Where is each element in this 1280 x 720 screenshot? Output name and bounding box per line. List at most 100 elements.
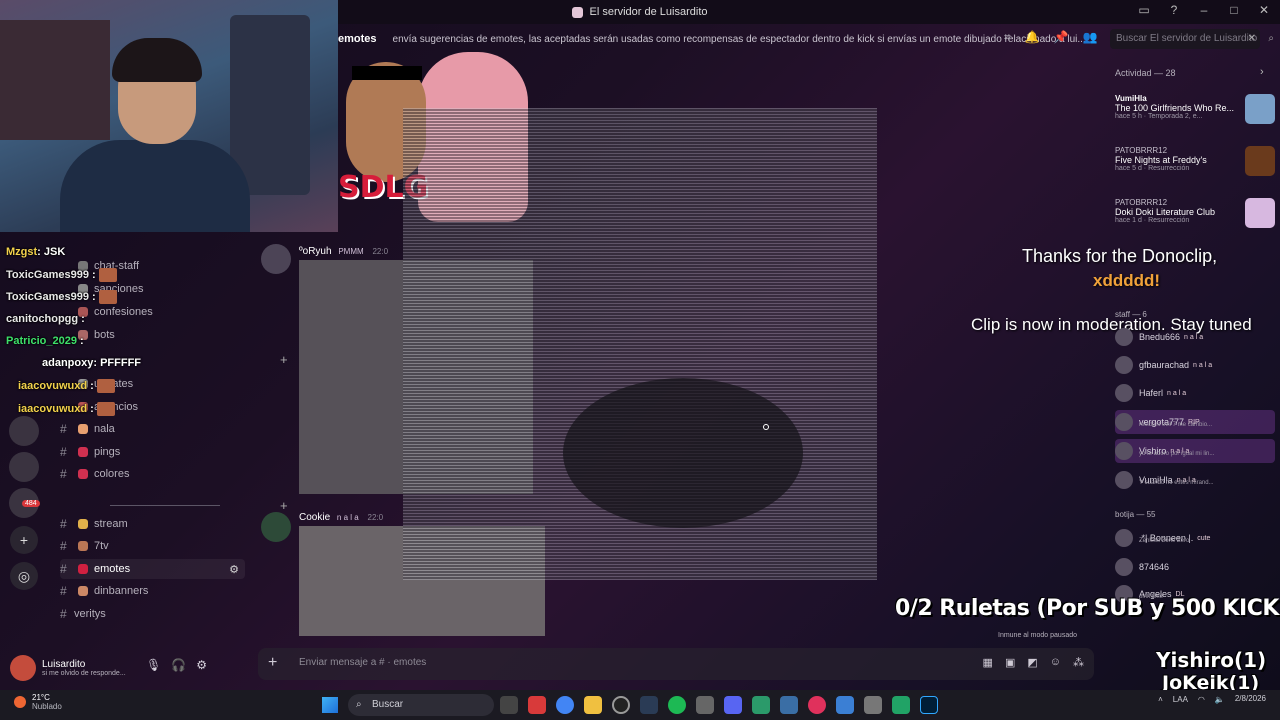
bell-icon[interactable]: 🔔 bbox=[1025, 30, 1040, 45]
webcam-overlay bbox=[0, 0, 338, 232]
sunglasses-graphic bbox=[352, 66, 422, 80]
member-item[interactable]: gfbaurachad n a l a bbox=[1115, 356, 1212, 374]
channel-topic[interactable]: envía sugerencias de emotes, las aceptad… bbox=[393, 34, 1086, 45]
photoshop-icon[interactable] bbox=[920, 696, 938, 714]
shelf-graphic bbox=[0, 20, 110, 140]
help-icon[interactable]: ? bbox=[1166, 3, 1182, 17]
channel-item[interactable]: # dinbanners bbox=[60, 581, 148, 601]
app-icon[interactable] bbox=[864, 696, 882, 714]
minimize-icon[interactable]: – bbox=[1196, 3, 1212, 17]
chrome-icon[interactable] bbox=[556, 696, 574, 714]
category-divider bbox=[110, 505, 220, 506]
app-icon[interactable] bbox=[892, 696, 910, 714]
file-explorer-icon[interactable] bbox=[584, 696, 602, 714]
weather-icon bbox=[14, 696, 26, 708]
window-controls: ▭ ? – □ ✕ bbox=[1136, 3, 1272, 17]
taskbar-search[interactable]: ⌕ Buscar bbox=[348, 694, 494, 716]
attach-icon[interactable]: + bbox=[268, 654, 277, 672]
activity-item[interactable]: VumiHla The 100 Girlfriends Who Re... ha… bbox=[1115, 94, 1275, 124]
role-tag: PMMM bbox=[338, 247, 364, 256]
channel-item[interactable]: # pings bbox=[60, 442, 120, 462]
microphone-icon[interactable]: 🎙 bbox=[146, 658, 161, 672]
video-figure bbox=[563, 378, 803, 528]
member-item[interactable]: Haferl n a l a bbox=[1115, 384, 1186, 402]
member-item[interactable]: vergota777 RIP resident evil 7 me cambio..… bbox=[1115, 410, 1275, 434]
server-avatar[interactable] bbox=[9, 416, 39, 446]
message-composer[interactable]: + Enviar mensaje a # · emotes ▦ ▣ ◩ ☺ ⁂ bbox=[258, 648, 1094, 680]
member-item[interactable]: Vishiro n a l a yo te adoro por igual mi l… bbox=[1115, 439, 1275, 463]
wifi-icon[interactable]: ◠ bbox=[1198, 695, 1205, 704]
activity-thumbnail bbox=[1245, 198, 1275, 228]
message-input[interactable]: Enviar mensaje a # · emotes bbox=[299, 657, 426, 668]
system-tray: ˄ LAA ◠ 🔈 2/8/2026 bbox=[1158, 694, 1266, 704]
member-item[interactable]: 874646 bbox=[1115, 558, 1169, 576]
chat-line: ToxicGames999 : bbox=[6, 290, 117, 304]
member-item[interactable]: Bnedu666 n a l a bbox=[1115, 328, 1203, 346]
avatar[interactable] bbox=[10, 655, 36, 681]
pin-icon[interactable]: 📌 bbox=[1054, 30, 1069, 45]
opera-icon[interactable] bbox=[808, 696, 826, 714]
apps-icon[interactable]: ⁂ bbox=[1073, 656, 1084, 669]
chat-line: Patricio_2029 : bbox=[6, 335, 84, 347]
channel-item[interactable]: # colores bbox=[60, 464, 129, 484]
weather-widget[interactable]: 21°C Nublado bbox=[14, 693, 62, 711]
clock[interactable]: 2/8/2026 bbox=[1235, 694, 1266, 704]
member-item[interactable]: VumiHla n a l aY cuando no estés mirand..… bbox=[1115, 468, 1214, 492]
obs-icon[interactable] bbox=[612, 696, 630, 714]
user-name[interactable]: Luisardito bbox=[42, 659, 126, 670]
channel-item[interactable]: # stream bbox=[60, 514, 128, 534]
inbox-icon[interactable]: ▭ bbox=[1136, 3, 1152, 17]
sticker-icon[interactable]: ◩ bbox=[1027, 656, 1037, 669]
vscode-icon[interactable] bbox=[752, 696, 770, 714]
channel-item[interactable]: # veritys bbox=[60, 604, 106, 624]
chat-line: ToxicGames999 : bbox=[6, 268, 117, 282]
app-icon[interactable] bbox=[696, 696, 714, 714]
windows-start-icon[interactable] bbox=[322, 697, 338, 713]
volume-icon[interactable]: 🔈 bbox=[1215, 695, 1225, 704]
language-indicator[interactable]: LAA bbox=[1173, 695, 1188, 704]
search-icon[interactable]: ⌕ bbox=[1268, 29, 1274, 49]
taskbar-apps bbox=[500, 696, 938, 714]
message-header: ºoRyuh PMMM 22:0 bbox=[299, 246, 388, 257]
headphones-icon[interactable]: 🎧 bbox=[171, 658, 186, 672]
chat-line: canitochopgg : bbox=[6, 313, 85, 325]
avatar[interactable] bbox=[261, 244, 291, 274]
channel-item[interactable]: #7tv bbox=[60, 536, 109, 556]
app-icon[interactable] bbox=[836, 696, 854, 714]
activity-item[interactable]: PATOBRRR12 Doki Doki Literature Club hac… bbox=[1115, 198, 1275, 228]
add-server-icon[interactable]: + bbox=[10, 526, 38, 554]
emoji-icon[interactable]: ☺ bbox=[1050, 656, 1061, 669]
app-icon[interactable] bbox=[780, 696, 798, 714]
user-status: si me olvido de responde... bbox=[42, 670, 126, 677]
channel-item-emotes[interactable]: # emotes ⚙ bbox=[60, 559, 245, 579]
threads-icon[interactable]: ⌗ bbox=[1004, 30, 1011, 45]
chevron-up-icon[interactable]: ˄ bbox=[1158, 695, 1163, 704]
mouse-cursor bbox=[763, 424, 769, 430]
message-author[interactable]: Cookie bbox=[299, 512, 330, 523]
header-toolbar: ⌗ 🔔 📌 👥 bbox=[1004, 30, 1098, 45]
gif-icon[interactable]: ▣ bbox=[1005, 656, 1015, 669]
activity-item[interactable]: PATOBRRR12 Five Nights at Freddy's hace … bbox=[1115, 146, 1275, 176]
streamer-hair bbox=[112, 38, 202, 82]
close-icon[interactable]: ✕ bbox=[1256, 3, 1272, 17]
member-item[interactable]: .*| Bonneen |. cute Zenless Zone Zero bbox=[1115, 526, 1210, 550]
spotify-icon[interactable] bbox=[668, 696, 686, 714]
app-icon[interactable] bbox=[528, 696, 546, 714]
maximize-icon[interactable]: □ bbox=[1226, 3, 1242, 17]
channel-item[interactable]: # nala bbox=[60, 419, 115, 439]
steam-icon[interactable] bbox=[640, 696, 658, 714]
message-author[interactable]: ºoRyuh bbox=[299, 246, 332, 257]
chevron-right-icon[interactable]: › bbox=[1260, 66, 1264, 78]
members-icon[interactable]: 👥 bbox=[1083, 30, 1098, 45]
role-tag: n a l a bbox=[336, 513, 359, 522]
discord-icon[interactable] bbox=[724, 696, 742, 714]
discover-icon[interactable]: ◎ bbox=[10, 562, 38, 590]
gear-icon[interactable]: ⚙ bbox=[196, 658, 207, 672]
gift-icon[interactable]: ▦ bbox=[983, 656, 993, 669]
task-view-icon[interactable] bbox=[500, 696, 518, 714]
clear-search-icon[interactable]: ✕ bbox=[1248, 29, 1256, 49]
server-avatar[interactable] bbox=[9, 452, 39, 482]
avatar[interactable] bbox=[261, 512, 291, 542]
channel-settings-icon[interactable]: ⚙ bbox=[229, 563, 239, 576]
search-input[interactable]: Buscar El servidor de Luisardito ✕ ⌕ bbox=[1110, 29, 1274, 49]
